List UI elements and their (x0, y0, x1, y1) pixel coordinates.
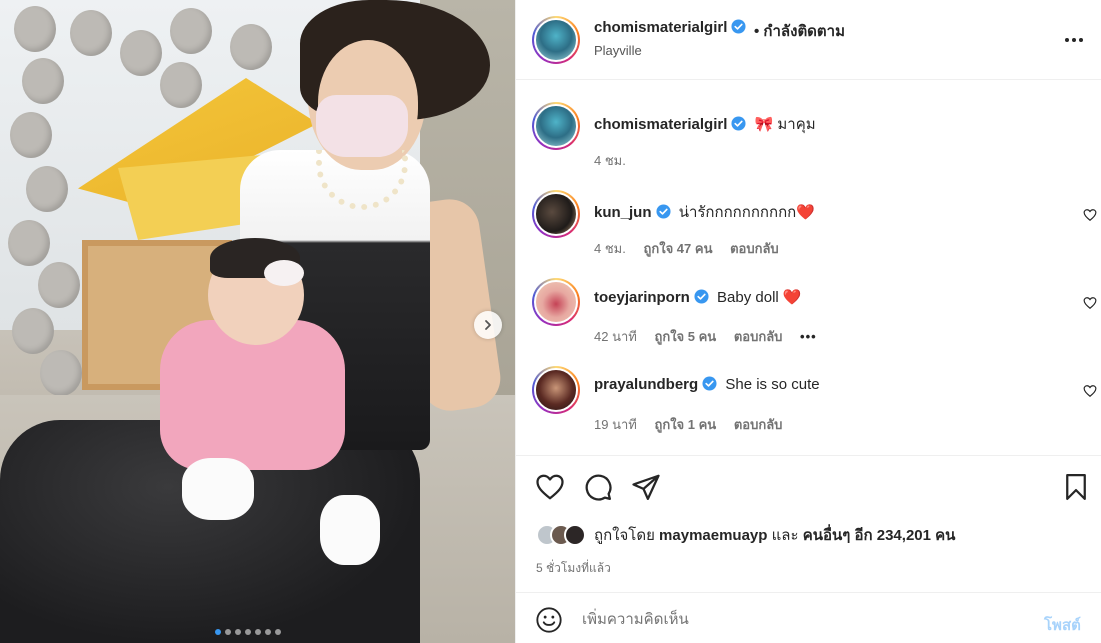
comment-icon (585, 474, 612, 501)
decor-disc (170, 8, 212, 54)
other-likers[interactable]: คนอื่นๆ อีก 234,201 คน (803, 527, 956, 544)
like-comment-button[interactable] (1082, 208, 1098, 224)
baby-sock (182, 458, 254, 520)
decor-disc (10, 112, 52, 158)
comment-likes[interactable]: ถูกใจ 1 คน (654, 417, 716, 432)
comment-likes[interactable]: ถูกใจ 5 คน (654, 329, 716, 344)
save-button[interactable] (1060, 472, 1092, 504)
decor-disc (70, 10, 112, 56)
author-username[interactable]: chomismaterialgirl (594, 19, 746, 36)
likes-summary[interactable]: ถูกใจโดย maymaemuayp และ คนอื่นๆ อีก 234… (536, 522, 955, 548)
carousel-dot (225, 629, 231, 635)
next-photo-button[interactable] (474, 311, 502, 339)
caption-username[interactable]: chomismaterialgirl (594, 116, 746, 133)
heart-icon (536, 474, 564, 500)
following-status[interactable]: • กำลังติดตาม (754, 19, 845, 43)
decor-disc (8, 220, 50, 266)
decor-disc (120, 30, 162, 76)
like-comment-button[interactable] (1082, 384, 1098, 400)
comment-time[interactable]: 42 นาที (594, 329, 637, 344)
post-location[interactable]: Playville (594, 43, 642, 58)
post-comment-button[interactable]: โพสต์ (1044, 613, 1081, 637)
reply-button[interactable]: ตอบกลับ (734, 329, 783, 344)
more-options-button[interactable] (1062, 28, 1086, 52)
post-action-bar (516, 455, 1101, 515)
commenter-username[interactable]: kun_jun (594, 204, 671, 221)
chevron-right-icon (485, 320, 491, 330)
likes-text: ถูกใจโดย maymaemuayp และ คนอื่นๆ อีก 234… (594, 527, 956, 544)
caption-text: 🎀 มาคุม (754, 116, 816, 133)
decor-disc (40, 350, 82, 396)
like-comment-button[interactable] (1082, 296, 1098, 312)
decor-disc (12, 308, 54, 354)
bookmark-icon (1066, 474, 1086, 500)
decor-disc (22, 58, 64, 104)
decor-disc (14, 6, 56, 52)
comment-time[interactable]: 19 นาที (594, 417, 637, 432)
carousel-dot (265, 629, 271, 635)
post-header: chomismaterialgirl • กำลังติดตาม Playvil… (516, 0, 1101, 80)
reply-button[interactable]: ตอบกลับ (730, 241, 779, 256)
verified-icon (702, 376, 717, 391)
emoji-icon (536, 607, 562, 633)
carousel-dot (235, 629, 241, 635)
verified-icon (694, 289, 709, 304)
post-timestamp[interactable]: 5 ชั่วโมงที่แล้ว (536, 559, 611, 578)
face-mask (316, 95, 408, 157)
carousel-indicator (215, 629, 281, 635)
liker-username[interactable]: maymaemuayp (659, 527, 767, 544)
more-icon (1065, 38, 1083, 42)
carousel-dot-active (215, 629, 221, 635)
heart-icon (1083, 385, 1097, 397)
commenter-avatar[interactable] (532, 190, 580, 238)
carousel-dot (245, 629, 251, 635)
decor-disc (230, 24, 272, 70)
share-icon (632, 474, 660, 500)
author-avatar[interactable] (532, 16, 580, 64)
instagram-post-view: chomismaterialgirl • กำลังติดตาม Playvil… (0, 0, 1101, 643)
commenter-avatar[interactable] (532, 366, 580, 414)
carousel-dot (255, 629, 261, 635)
comment-text: She is so cute (725, 376, 820, 393)
heart-icon (1083, 297, 1097, 309)
baby-hair-bow (264, 260, 304, 286)
comment-likes[interactable]: ถูกใจ 47 คน (643, 241, 712, 256)
heart-icon (1083, 209, 1097, 221)
comment-text: น่ารักกกกกกกกกก❤️ (678, 204, 815, 221)
share-button[interactable] (630, 472, 662, 504)
post-sidebar: chomismaterialgirl • กำลังติดตาม Playvil… (515, 0, 1101, 643)
emoji-button[interactable] (534, 606, 564, 636)
baby-sock (320, 495, 380, 565)
caption-time[interactable]: 4 ชม. (594, 153, 626, 168)
commenter-username[interactable]: prayalundberg (594, 376, 717, 393)
carousel-dot (275, 629, 281, 635)
comment-composer: โพสต์ (516, 592, 1101, 643)
decor-disc (160, 62, 202, 108)
post-photo[interactable] (0, 0, 515, 643)
author-avatar[interactable] (532, 102, 580, 150)
comment-button[interactable] (582, 472, 614, 504)
commenter-username[interactable]: toeyjarinporn (594, 289, 709, 306)
decor-disc (38, 262, 80, 308)
verified-icon (655, 204, 671, 219)
verified-icon (731, 116, 746, 131)
verified-icon (731, 19, 746, 34)
comment-time[interactable]: 4 ชม. (594, 241, 626, 256)
comment-more-button[interactable]: ••• (800, 329, 817, 344)
decor-disc (26, 166, 68, 212)
reply-button[interactable]: ตอบกลับ (734, 417, 783, 432)
commenter-avatar[interactable] (532, 278, 580, 326)
like-button[interactable] (534, 472, 566, 504)
liker-avatar (564, 524, 586, 546)
comment-input[interactable] (582, 605, 1022, 633)
comment-text: Baby doll ❤️ (717, 289, 802, 306)
